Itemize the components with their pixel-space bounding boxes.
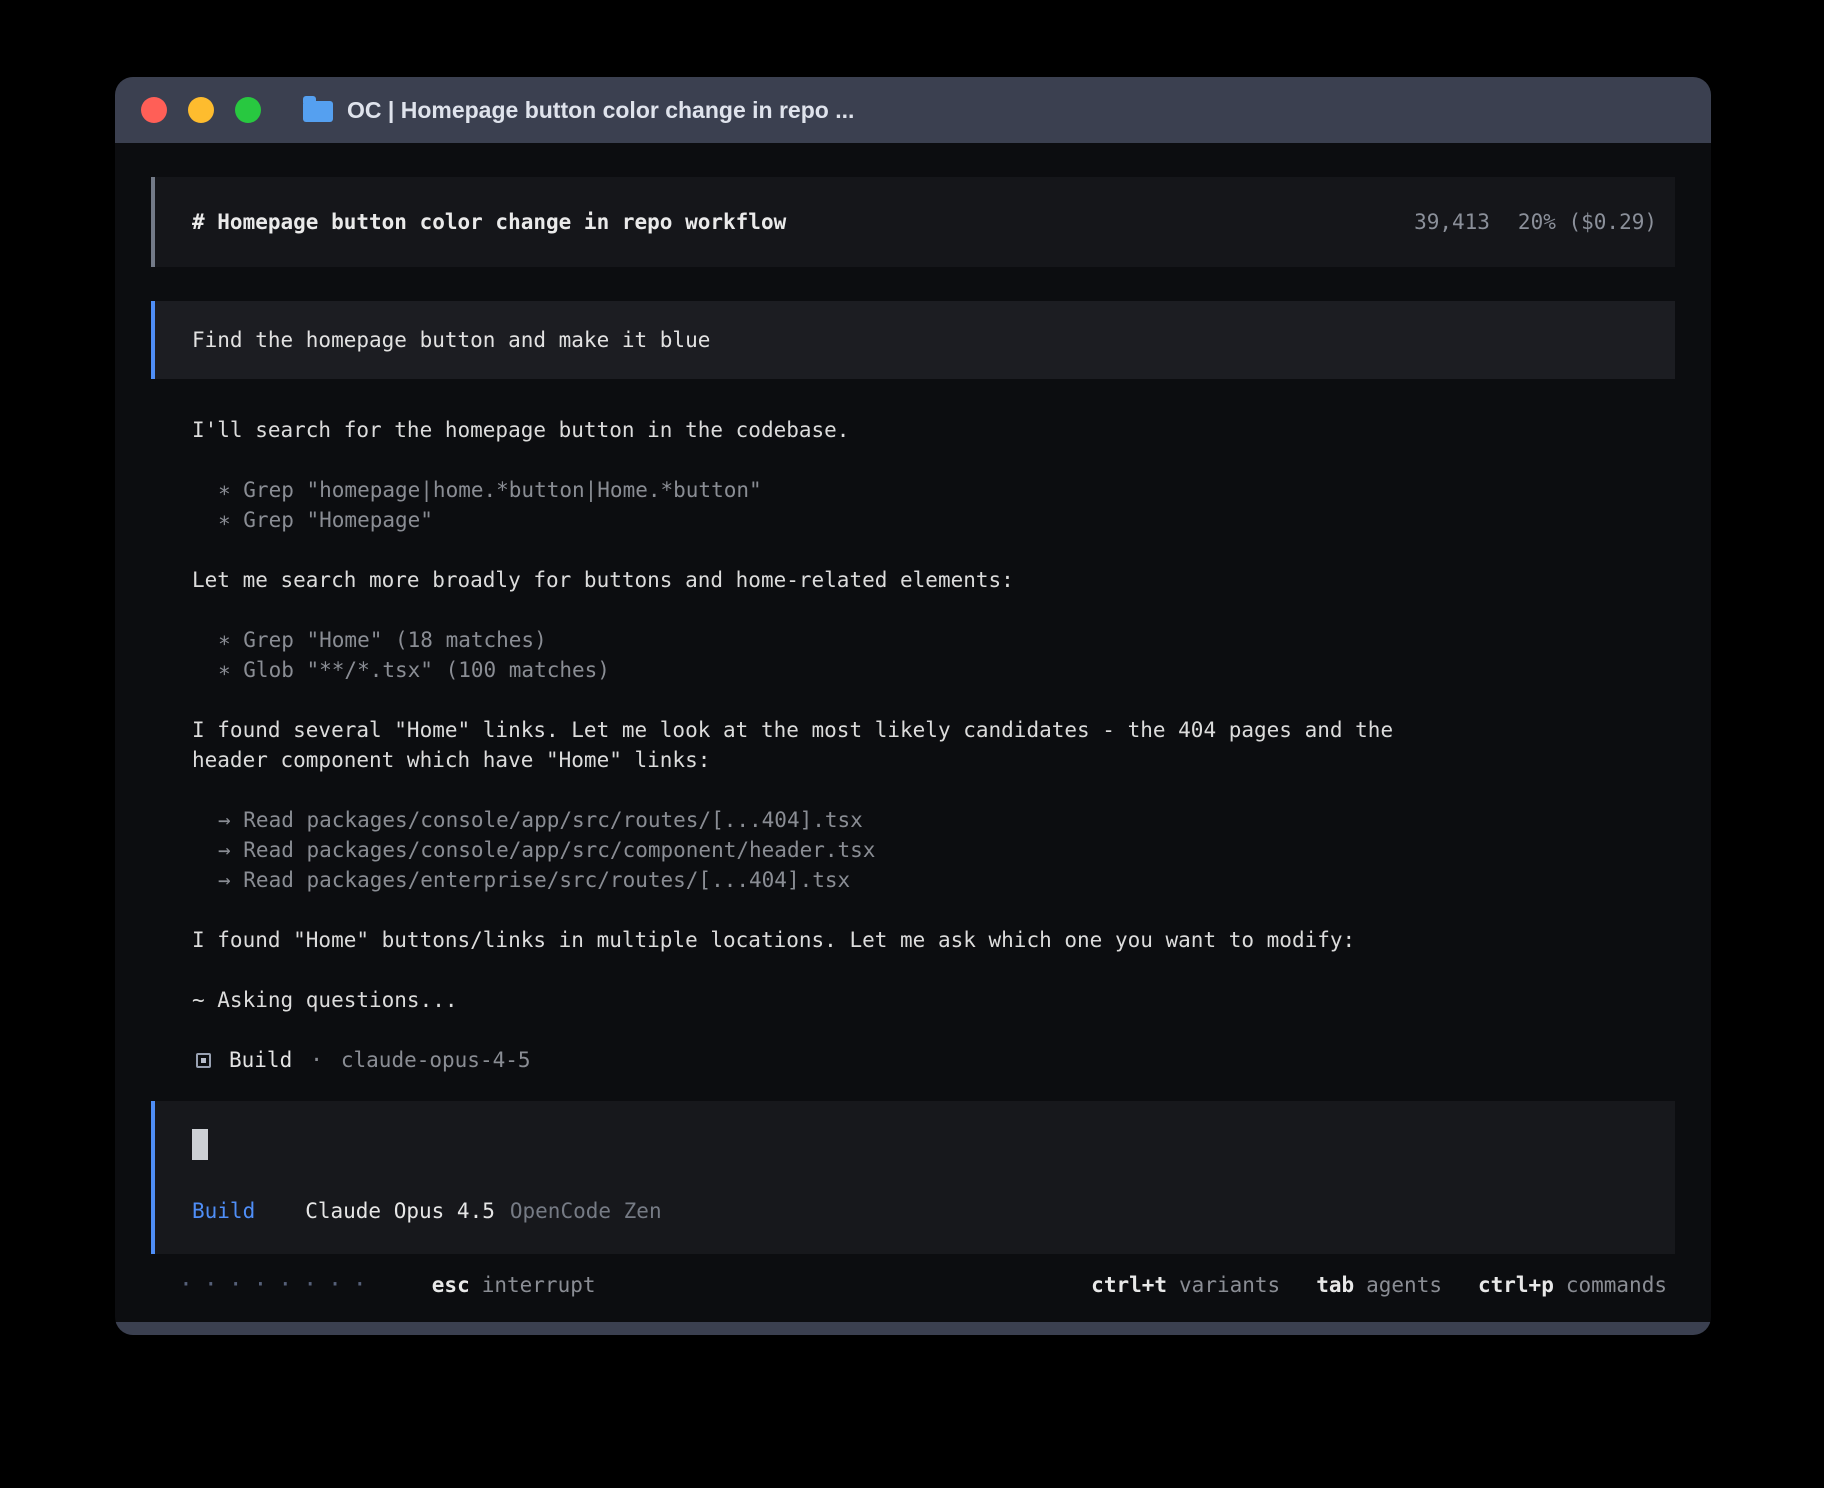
- tool-call-line: → Read packages/console/app/src/routes/[…: [192, 805, 1655, 835]
- input-meta-row: Build Claude Opus 4.5 OpenCode Zen: [192, 1196, 1657, 1226]
- assistant-text-line: I found "Home" buttons/links in multiple…: [192, 925, 1655, 955]
- folder-icon: [303, 101, 333, 122]
- assistant-text-line: I'll search for the homepage button in t…: [192, 415, 1655, 445]
- shortcut-hints: ctrl+t variants tab agents ctrl+p comman…: [1091, 1270, 1667, 1300]
- agent-name: Build: [229, 1045, 292, 1075]
- shortcut-agents: tab agents: [1316, 1270, 1442, 1300]
- title-bar[interactable]: OC | Homepage button color change in rep…: [115, 77, 1711, 143]
- session-header: # Homepage button color change in repo w…: [151, 177, 1675, 267]
- text-cursor: [192, 1129, 208, 1160]
- token-count: 39,413: [1414, 207, 1490, 237]
- tool-call-block: → Read packages/console/app/src/routes/[…: [192, 805, 1655, 895]
- shortcut-label: variants: [1179, 1270, 1280, 1300]
- esc-shortcut: esc interrupt: [432, 1270, 596, 1300]
- prompt-input[interactable]: Build Claude Opus 4.5 OpenCode Zen: [151, 1101, 1675, 1254]
- shortcut-label: commands: [1566, 1270, 1667, 1300]
- assistant-text-line: header component which have "Home" links…: [192, 745, 1655, 775]
- shortcut-key: ctrl+p: [1478, 1270, 1554, 1300]
- tool-call-line: ∗ Grep "Home" (18 matches): [192, 625, 1655, 655]
- user-message: Find the homepage button and make it blu…: [151, 301, 1675, 379]
- session-title: # Homepage button color change in repo w…: [192, 207, 786, 237]
- assistant-text-block: Let me search more broadly for buttons a…: [192, 565, 1655, 595]
- esc-key: esc: [432, 1270, 470, 1300]
- tool-call-line: ∗ Glob "**/*.tsx" (100 matches): [192, 655, 1655, 685]
- status-bar: ········ esc interrupt ctrl+t variants t…: [151, 1268, 1675, 1302]
- agent-model: claude-opus-4-5: [341, 1045, 531, 1075]
- tool-call-block: ∗ Grep "Home" (18 matches)∗ Glob "**/*.t…: [192, 625, 1655, 685]
- shortcut-commands: ctrl+p commands: [1478, 1270, 1667, 1300]
- spinner-dots: ········: [179, 1270, 378, 1300]
- tool-call-line: → Read packages/console/app/src/componen…: [192, 835, 1655, 865]
- assistant-text-block: I found several "Home" links. Let me loo…: [192, 715, 1655, 775]
- build-agent-icon: [196, 1053, 211, 1068]
- tool-call-line: ∗ Grep "Homepage": [192, 505, 1655, 535]
- traffic-lights: [141, 97, 261, 123]
- esc-label: interrupt: [482, 1270, 596, 1300]
- input-agent-label[interactable]: Build: [192, 1196, 255, 1226]
- shortcut-label: agents: [1366, 1270, 1442, 1300]
- assistant-text-line: I found several "Home" links. Let me loo…: [192, 715, 1655, 745]
- session-stats: 39,413 20% ($0.29): [1414, 207, 1657, 237]
- assistant-text-block: ~ Asking questions...: [192, 985, 1655, 1015]
- assistant-text-line: Let me search more broadly for buttons a…: [192, 565, 1655, 595]
- tool-call-line: → Read packages/enterprise/src/routes/[.…: [192, 865, 1655, 895]
- minimize-window-icon[interactable]: [188, 97, 214, 123]
- shortcut-key: ctrl+t: [1091, 1270, 1167, 1300]
- input-model-label[interactable]: Claude Opus 4.5: [305, 1196, 495, 1226]
- assistant-text-line: ~ Asking questions...: [192, 985, 1655, 1015]
- window-bottom-edge: [115, 1322, 1711, 1335]
- tool-call-line: ∗ Grep "homepage|home.*button|Home.*butt…: [192, 475, 1655, 505]
- tool-call-block: ∗ Grep "homepage|home.*button|Home.*butt…: [192, 475, 1655, 535]
- terminal-window: OC | Homepage button color change in rep…: [115, 77, 1711, 1335]
- close-window-icon[interactable]: [141, 97, 167, 123]
- agent-status-row: Build · claude-opus-4-5: [196, 1045, 1655, 1075]
- title-group: OC | Homepage button color change in rep…: [303, 97, 854, 124]
- assistant-text-block: I'll search for the homepage button in t…: [192, 415, 1655, 445]
- shortcut-key: tab: [1316, 1270, 1354, 1300]
- window-title: OC | Homepage button color change in rep…: [347, 97, 854, 124]
- terminal-content: # Homepage button color change in repo w…: [115, 143, 1711, 1302]
- shortcut-variants: ctrl+t variants: [1091, 1270, 1280, 1300]
- input-provider-label: OpenCode Zen: [510, 1196, 662, 1226]
- context-cost: 20% ($0.29): [1518, 207, 1657, 237]
- transcript: I'll search for the homepage button in t…: [192, 415, 1655, 1015]
- assistant-text-block: I found "Home" buttons/links in multiple…: [192, 925, 1655, 955]
- user-message-text: Find the homepage button and make it blu…: [192, 325, 710, 355]
- maximize-window-icon[interactable]: [235, 97, 261, 123]
- agent-separator: ·: [310, 1045, 323, 1075]
